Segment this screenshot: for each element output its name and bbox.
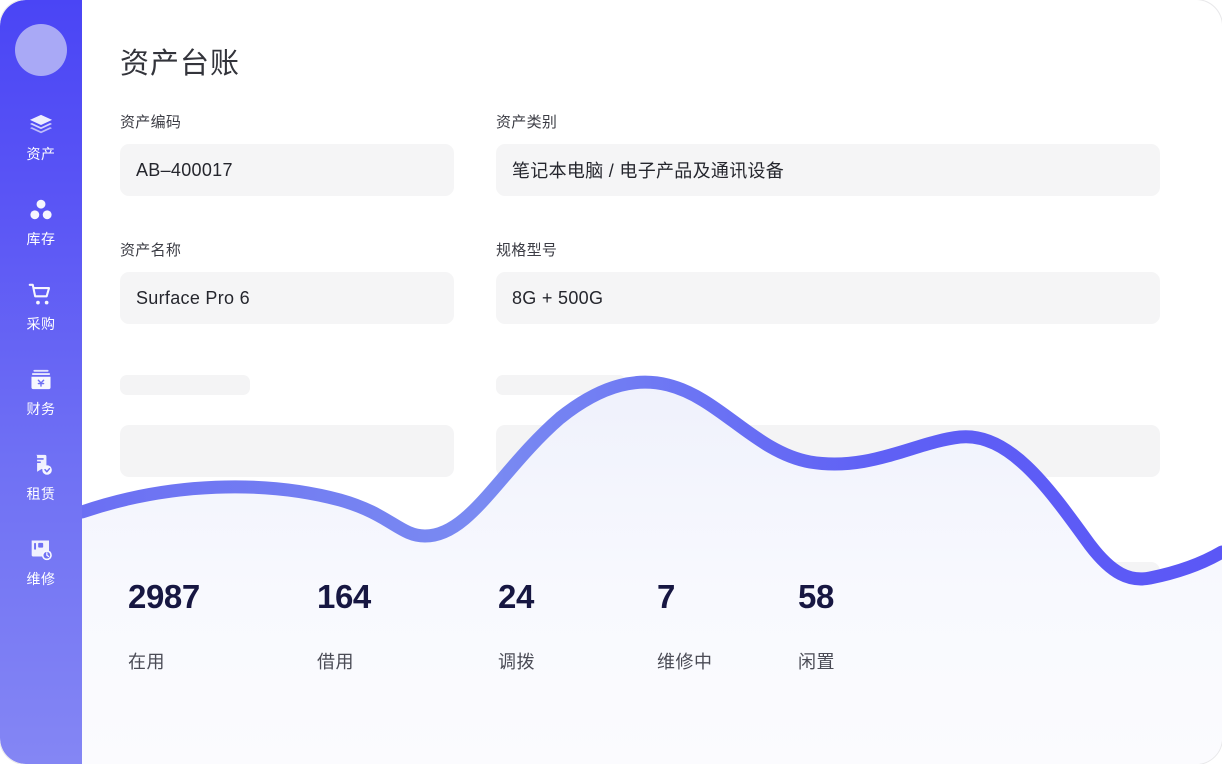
- sidebar-item-label: 财务: [26, 401, 56, 417]
- stat-item: 58 闲置: [798, 580, 835, 671]
- sidebar-nav: 资产 库存 采购 财务 租赁 维修: [0, 112, 82, 622]
- sidebar-item-purchase[interactable]: 采购: [0, 282, 82, 367]
- main-card: 资产台账 资产编码 AB–400017 资产类别 笔记本电脑 / 电子产品及通讯…: [0, 0, 1222, 764]
- sidebar-item-assets[interactable]: 资产: [0, 112, 82, 197]
- sidebar-item-label: 资产: [26, 146, 56, 162]
- app-root: 资产台账 资产编码 AB–400017 资产类别 笔记本电脑 / 电子产品及通讯…: [0, 0, 1222, 764]
- sidebar-item-inventory[interactable]: 库存: [0, 197, 82, 282]
- stats-row: 2987 在用 164 借用 24 调拨 7 维修中 58 闲置: [82, 580, 1222, 710]
- cart-icon: [28, 282, 54, 308]
- finance-icon: [28, 367, 54, 393]
- stat-item: 7 维修中: [657, 580, 713, 671]
- repair-icon: [28, 537, 54, 563]
- sidebar-item-label: 采购: [26, 316, 56, 332]
- sidebar-item-repair[interactable]: 维修: [0, 537, 82, 622]
- lease-icon: [28, 452, 54, 478]
- stat-value: 7: [657, 578, 675, 615]
- sidebar: 资产 库存 采购 财务 租赁 维修: [0, 0, 82, 764]
- stat-value: 58: [798, 578, 834, 615]
- sidebar-item-label: 维修: [26, 571, 56, 587]
- stat-label: 闲置: [798, 652, 835, 672]
- stat-label: 维修中: [657, 652, 713, 672]
- stat-item: 24 调拨: [498, 580, 535, 671]
- layers-icon: [28, 112, 54, 138]
- stat-item: 2987 在用: [128, 580, 200, 671]
- stat-label: 借用: [317, 652, 354, 672]
- stat-label: 调拨: [498, 652, 535, 672]
- sidebar-item-finance[interactable]: 财务: [0, 367, 82, 452]
- avatar[interactable]: [15, 24, 67, 76]
- stat-value: 2987: [128, 578, 200, 615]
- sidebar-item-lease[interactable]: 租赁: [0, 452, 82, 537]
- inventory-icon: [28, 197, 54, 223]
- stat-value: 164: [317, 578, 371, 615]
- sidebar-item-label: 库存: [26, 231, 56, 247]
- stats-layer: 2987 在用 164 借用 24 调拨 7 维修中 58 闲置: [82, 0, 1222, 764]
- stat-item: 164 借用: [317, 580, 371, 671]
- sidebar-item-label: 租赁: [26, 486, 56, 502]
- stat-label: 在用: [128, 652, 165, 672]
- stat-value: 24: [498, 578, 534, 615]
